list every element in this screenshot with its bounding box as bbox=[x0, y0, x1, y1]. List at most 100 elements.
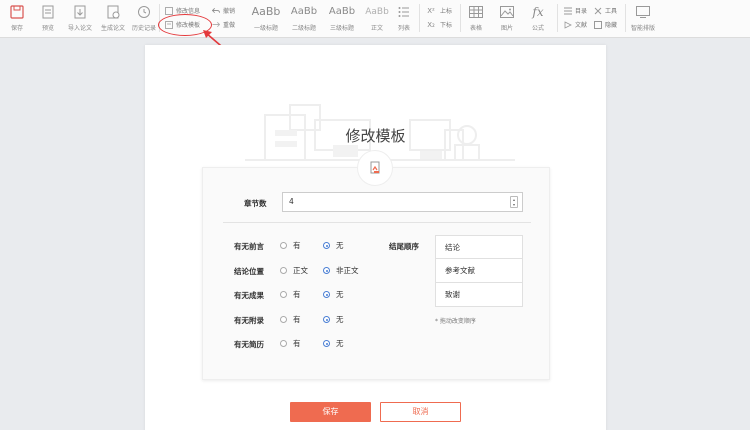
hide-label: 隐藏 bbox=[605, 22, 618, 29]
resume-no-radio[interactable]: 无 bbox=[323, 338, 344, 349]
image-button[interactable]: 图片 bbox=[497, 0, 517, 38]
ending-order-label: 结尾顺序 bbox=[389, 242, 419, 251]
tools-button[interactable]: 工具 bbox=[594, 6, 617, 15]
generate-paper-button[interactable]: 生成论文 bbox=[99, 0, 127, 38]
list-label: 列表 bbox=[397, 25, 410, 32]
toolbar: 保存 预览 导入论文 生成论文 历史记录 修改信息 修改模板 撤销 重做 AaB… bbox=[0, 0, 750, 38]
appendix-no-radio[interactable]: 无 bbox=[323, 314, 344, 325]
heading3-button[interactable]: AaBb 三级标题 bbox=[327, 0, 357, 38]
achievements-no-radio[interactable]: 无 bbox=[323, 289, 344, 300]
superscript-icon: X² bbox=[427, 6, 435, 15]
radio-circle bbox=[323, 291, 330, 298]
references-button[interactable]: 文献 bbox=[564, 20, 587, 29]
body-text-button[interactable]: AaBb 正文 bbox=[365, 0, 389, 38]
history-icon bbox=[135, 4, 153, 20]
heading3-label: 三级标题 bbox=[329, 25, 354, 32]
toolbar-divider bbox=[625, 4, 626, 32]
toolbar-divider bbox=[419, 4, 420, 32]
conclusion-nonbody-radio[interactable]: 非正文 bbox=[323, 265, 359, 276]
table-icon bbox=[467, 4, 485, 20]
radio-circle bbox=[323, 340, 330, 347]
subscript-icon: X₂ bbox=[427, 20, 435, 29]
radio-label: 无 bbox=[336, 315, 344, 324]
ending-order-item-acknowledgements[interactable]: 致谢 bbox=[435, 283, 523, 307]
heading1-label: 一级标题 bbox=[253, 25, 278, 32]
history-button[interactable]: 历史记录 bbox=[130, 0, 158, 38]
heading2-label: 二级标题 bbox=[291, 25, 316, 32]
chapter-count-input[interactable]: 4 ▴ ▾ bbox=[282, 192, 523, 212]
superscript-button[interactable]: X² 上标 bbox=[425, 6, 453, 16]
heading2-preview: AaBb bbox=[290, 6, 318, 17]
radio-label: 无 bbox=[336, 339, 344, 348]
list-button[interactable]: 列表 bbox=[394, 0, 414, 38]
image-icon bbox=[498, 4, 516, 20]
preview-button[interactable]: 预览 bbox=[37, 0, 59, 38]
body-text-label: 正文 bbox=[370, 25, 383, 32]
radio-circle bbox=[280, 340, 287, 347]
heading3-preview: AaBb bbox=[328, 6, 356, 17]
save-tool-button[interactable]: 保存 bbox=[6, 0, 28, 38]
formula-button[interactable]: fx 公式 bbox=[527, 0, 549, 38]
smart-layout-button[interactable]: 智能排版 bbox=[628, 0, 658, 38]
table-label: 表格 bbox=[469, 25, 482, 32]
radio-label: 无 bbox=[336, 290, 344, 299]
radio-label: 有 bbox=[293, 339, 301, 348]
ending-order-item-references[interactable]: 参考文献 bbox=[435, 259, 523, 283]
hide-button[interactable]: 隐藏 bbox=[594, 20, 617, 29]
radio-circle bbox=[323, 316, 330, 323]
preview-icon bbox=[39, 4, 57, 20]
radio-circle bbox=[280, 316, 287, 323]
template-settings-panel: 章节数 4 ▴ ▾ 有无前言 有 无 结论位置 正文 非正文 有无成果 有 无 有… bbox=[202, 167, 550, 380]
radio-label: 有 bbox=[293, 290, 301, 299]
achievements-yes-radio[interactable]: 有 bbox=[280, 289, 301, 300]
chapter-count-stepper[interactable]: ▴ ▾ bbox=[510, 196, 518, 208]
document-page: 修改模板 章节数 4 ▴ ▾ 有无前言 有 无 结论位置 正文 非正文 有无成果 … bbox=[145, 45, 606, 430]
subscript-button[interactable]: X₂ 下标 bbox=[425, 20, 453, 30]
subscript-label: 下标 bbox=[440, 22, 453, 29]
chapter-count-value: 4 bbox=[289, 197, 294, 206]
references-icon bbox=[564, 20, 572, 29]
import-icon bbox=[71, 4, 89, 20]
radio-circle bbox=[323, 267, 330, 274]
tools-label: 工具 bbox=[605, 8, 618, 15]
achievements-label: 有无成果 bbox=[234, 291, 264, 300]
undo-icon bbox=[212, 7, 220, 15]
toc-label: 目录 bbox=[575, 8, 588, 15]
heading1-button[interactable]: AaBb 一级标题 bbox=[251, 0, 281, 38]
undo-button[interactable]: 撤销 bbox=[212, 6, 235, 15]
appendix-label: 有无附录 bbox=[234, 316, 264, 325]
resume-label: 有无简历 bbox=[234, 340, 264, 349]
smart-layout-label: 智能排版 bbox=[630, 25, 655, 32]
radio-label: 有 bbox=[293, 241, 301, 250]
panel-divider bbox=[223, 222, 531, 223]
heading2-button[interactable]: AaBb 二级标题 bbox=[289, 0, 319, 38]
preface-label: 有无前言 bbox=[234, 242, 264, 251]
appendix-yes-radio[interactable]: 有 bbox=[280, 314, 301, 325]
conclusion-body-radio[interactable]: 正文 bbox=[280, 265, 308, 276]
formula-icon: fx bbox=[532, 5, 544, 19]
toc-button[interactable]: 目录 bbox=[564, 6, 587, 15]
superscript-label: 上标 bbox=[440, 8, 453, 15]
body-text-preview: AaBb bbox=[365, 7, 389, 17]
ending-order-item-conclusion[interactable]: 结论 bbox=[435, 235, 523, 259]
generate-paper-label: 生成论文 bbox=[100, 25, 125, 32]
save-button[interactable]: 保存 bbox=[290, 402, 371, 422]
radio-label: 无 bbox=[336, 241, 344, 250]
chapter-count-label: 章节数 bbox=[244, 199, 267, 208]
ending-order-list: 结论 参考文献 致谢 bbox=[435, 235, 523, 307]
import-paper-button[interactable]: 导入论文 bbox=[66, 0, 94, 38]
save-icon bbox=[8, 4, 26, 20]
cancel-button[interactable]: 取消 bbox=[380, 402, 461, 422]
image-label: 图片 bbox=[500, 25, 513, 32]
preface-no-radio[interactable]: 无 bbox=[323, 240, 344, 251]
tools-icon bbox=[594, 7, 602, 15]
radio-circle bbox=[280, 267, 287, 274]
conclusion-position-label: 结论位置 bbox=[234, 267, 264, 276]
toc-icon bbox=[564, 7, 572, 15]
resume-yes-radio[interactable]: 有 bbox=[280, 338, 301, 349]
table-button[interactable]: 表格 bbox=[466, 0, 486, 38]
smart-layout-icon bbox=[634, 4, 652, 20]
save-tool-label: 保存 bbox=[10, 25, 23, 32]
radio-circle bbox=[323, 242, 330, 249]
preface-yes-radio[interactable]: 有 bbox=[280, 240, 301, 251]
